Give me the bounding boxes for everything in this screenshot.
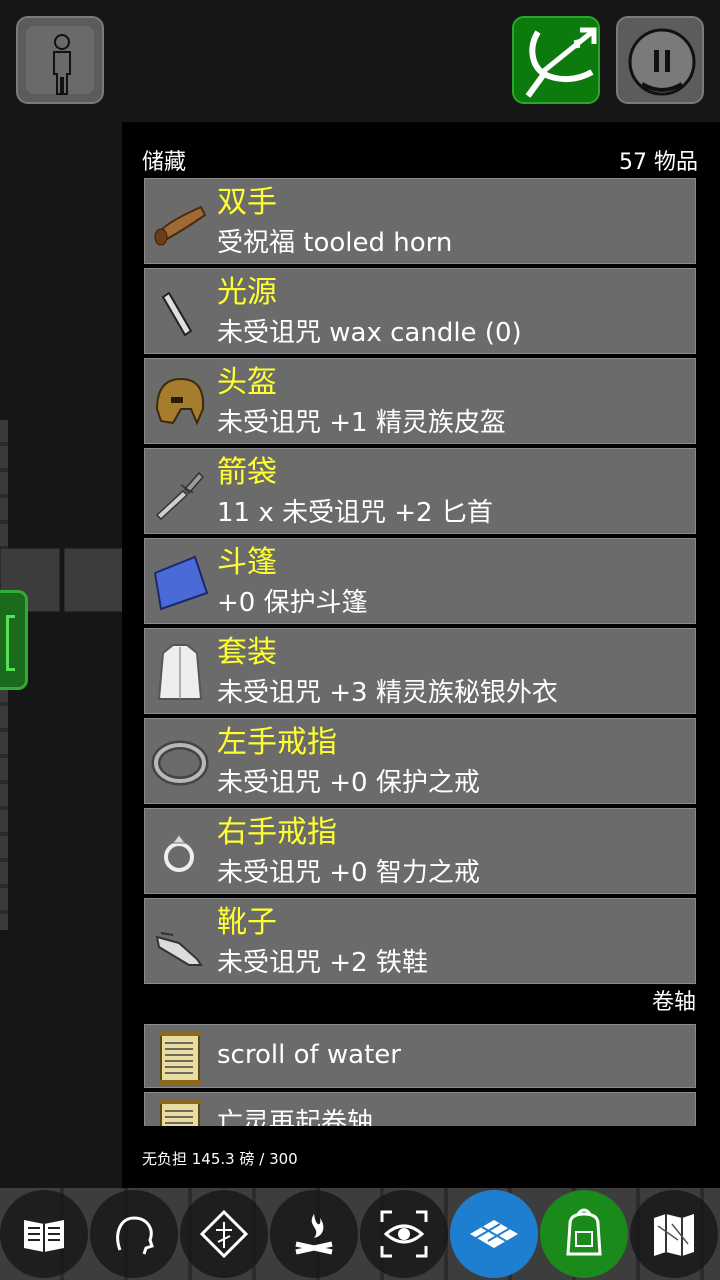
- cast-spell-button[interactable]: [180, 1190, 268, 1278]
- equipped-item-boots[interactable]: 靴子 未受诅咒 +2 铁鞋: [144, 898, 696, 984]
- equipped-item-cloak[interactable]: 斗篷 +0 保护斗篷: [144, 538, 696, 624]
- scroll-icon: [159, 1099, 201, 1126]
- equipped-item-quiver[interactable]: 箭袋 11 x 未受诅咒 +2 匕首: [144, 448, 696, 534]
- equipped-item-left-ring[interactable]: 左手戒指 未受诅咒 +0 保护之戒: [144, 718, 696, 804]
- boots-icon: [155, 932, 203, 966]
- item-description: 11 x 未受诅咒 +2 匕首: [217, 498, 493, 528]
- spellbook-icon: [24, 1220, 64, 1252]
- character-sheet-button[interactable]: [90, 1190, 178, 1278]
- campfire-icon: [295, 1214, 333, 1255]
- slot-label: 靴子: [217, 905, 277, 940]
- backpack-icon: [566, 1208, 602, 1256]
- dagger-icon: [155, 471, 205, 521]
- pause-button[interactable]: [616, 16, 704, 104]
- slot-label: 斗篷: [217, 545, 277, 580]
- scroll-item[interactable]: 亡灵再起卷轴: [144, 1092, 696, 1126]
- ranged-attack-button[interactable]: [512, 16, 600, 104]
- spellbook-button[interactable]: [0, 1190, 88, 1278]
- map-tiles-icon: [470, 1220, 518, 1248]
- item-description: 未受诅咒 +2 铁鞋: [217, 948, 428, 978]
- section-label-scrolls: 卷轴: [651, 990, 696, 1015]
- item-description: 未受诅咒 +0 智力之戒: [217, 858, 480, 888]
- dungeon-map-button[interactable]: [630, 1190, 718, 1278]
- slot-label: 左手戒指: [217, 725, 337, 760]
- equipped-item-armor[interactable]: 套装 未受诅咒 +3 精灵族秘银外衣: [144, 628, 696, 714]
- rest-button[interactable]: [270, 1190, 358, 1278]
- candle-icon: [161, 291, 193, 337]
- slot-label: 头盔: [217, 365, 277, 400]
- slot-label: 光源: [217, 275, 277, 310]
- encumbrance-status: 无负担 145.3 磅 / 300: [142, 1150, 298, 1168]
- slot-label: 右手戒指: [217, 815, 337, 850]
- item-description: 未受诅咒 +1 精灵族皮盔: [217, 408, 506, 438]
- search-eye-icon: [380, 1210, 428, 1258]
- slot-label: 双手: [217, 185, 277, 220]
- head-profile-icon: [116, 1216, 154, 1255]
- scroll-icon: [159, 1031, 201, 1085]
- dungeon-door[interactable]: [0, 590, 28, 690]
- bottom-toolbar: [0, 1188, 720, 1280]
- item-description: scroll of water: [217, 1040, 401, 1070]
- slot-label: 套装: [217, 635, 277, 670]
- equipped-item-two-hands[interactable]: 双手 受祝福 tooled horn: [144, 178, 696, 264]
- ring-gem-icon: [164, 834, 194, 872]
- item-description: 未受诅咒 +0 保护之戒: [217, 768, 480, 798]
- search-button[interactable]: [360, 1190, 448, 1278]
- sigil-icon: [199, 1209, 249, 1259]
- horn-icon: [154, 205, 207, 246]
- pause-icon: [628, 28, 696, 96]
- cloak-icon: [153, 555, 209, 611]
- equipped-item-right-ring[interactable]: 右手戒指 未受诅咒 +0 智力之戒: [144, 808, 696, 894]
- item-count: 57 物品: [619, 150, 698, 175]
- item-description: +0 保护斗篷: [217, 588, 368, 618]
- map-button[interactable]: [450, 1190, 538, 1278]
- inventory-panel: 储藏 57 物品 双手 受祝福 tooled horn 光源 未受诅咒 wax …: [122, 122, 720, 1188]
- character-icon: [53, 34, 71, 95]
- item-description: 受祝福 tooled horn: [217, 228, 453, 258]
- helmet-icon: [155, 377, 205, 426]
- equipped-item-light-source[interactable]: 光源 未受诅咒 wax candle (0): [144, 268, 696, 354]
- mithril-coat-icon: [157, 644, 203, 700]
- inventory-header: 储藏 57 物品: [142, 144, 698, 175]
- item-description: 未受诅咒 wax candle (0): [217, 318, 522, 348]
- slot-label: 箭袋: [217, 455, 277, 490]
- item-list[interactable]: 双手 受祝福 tooled horn 光源 未受诅咒 wax candle (0…: [144, 178, 696, 1126]
- equipped-item-helmet[interactable]: 头盔 未受诅咒 +1 精灵族皮盔: [144, 358, 696, 444]
- bow-arrow-icon: [525, 27, 597, 98]
- inventory-button[interactable]: [540, 1190, 628, 1278]
- item-description: 未受诅咒 +3 精灵族秘银外衣: [217, 678, 558, 708]
- dungeon-map-icon: [654, 1214, 694, 1256]
- scroll-item[interactable]: scroll of water: [144, 1024, 696, 1088]
- item-description: 亡灵再起卷轴: [217, 1108, 374, 1126]
- inventory-title: 储藏: [142, 150, 187, 175]
- ring-icon: [151, 740, 209, 786]
- character-button[interactable]: [16, 16, 104, 104]
